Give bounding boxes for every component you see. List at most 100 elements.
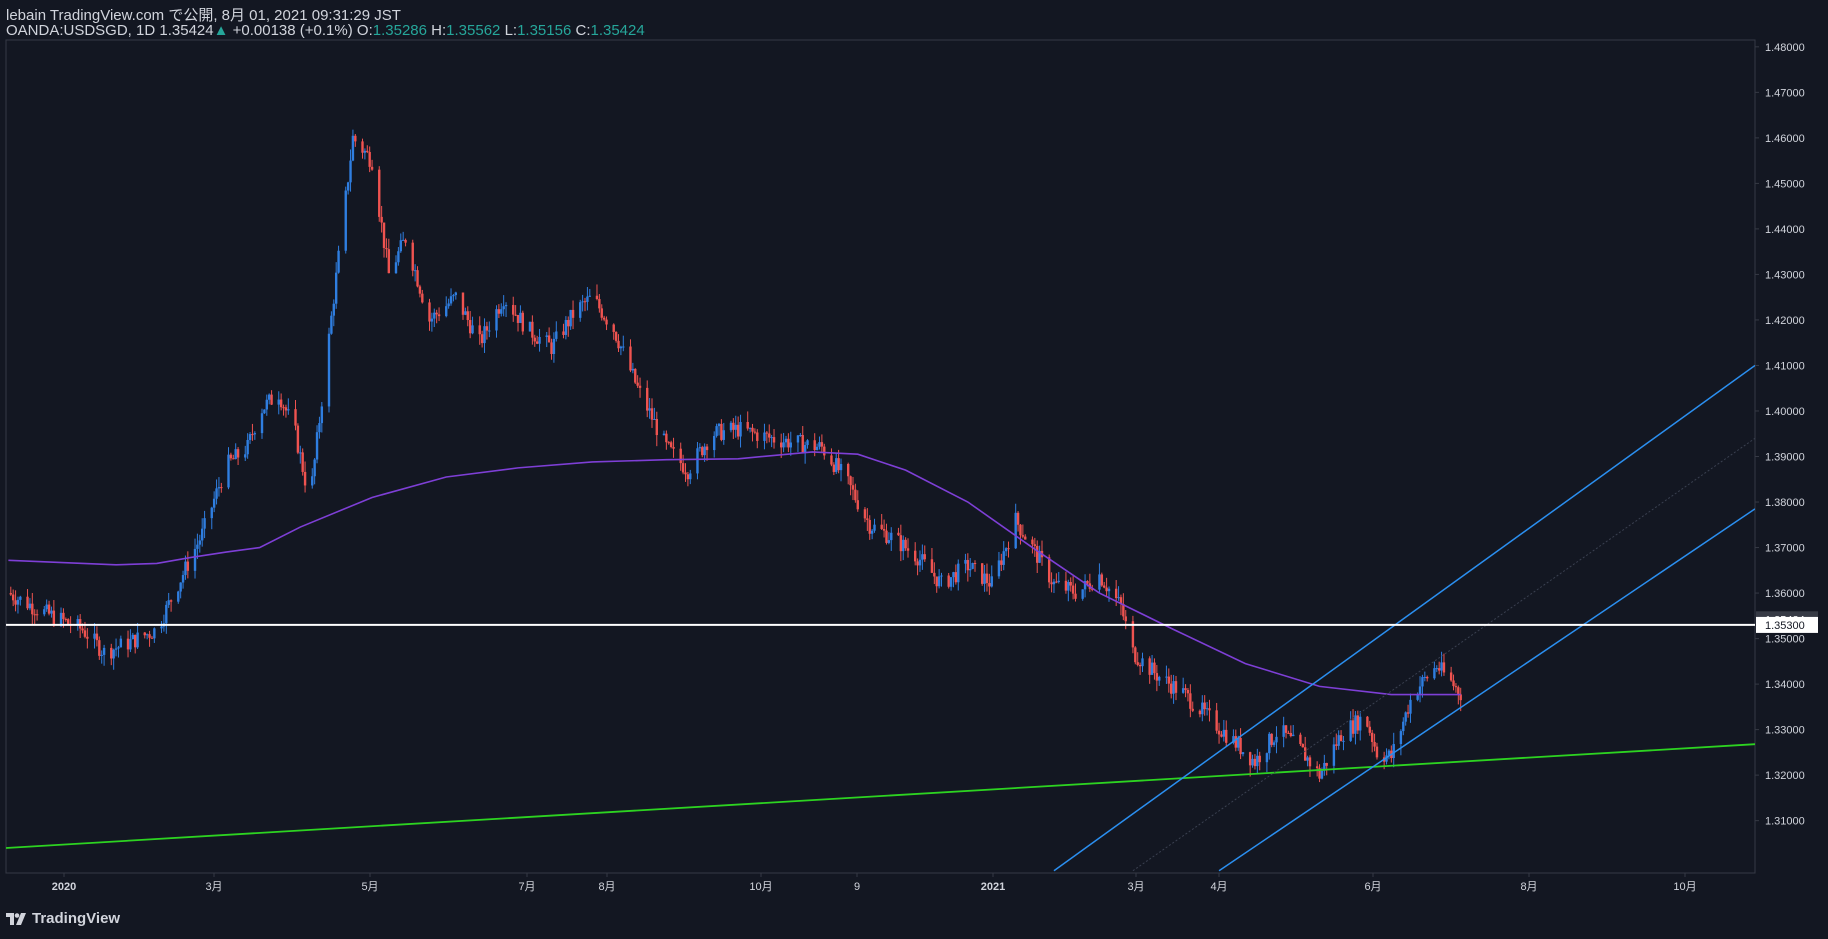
candle-body bbox=[411, 242, 414, 271]
candle-body bbox=[327, 333, 331, 407]
candle-body bbox=[1000, 560, 1003, 565]
candle-body bbox=[277, 399, 280, 405]
candle-body bbox=[299, 452, 302, 454]
candle-body bbox=[1418, 686, 1422, 695]
candle-body bbox=[832, 464, 836, 472]
candle-body bbox=[26, 596, 29, 609]
candle-body bbox=[1315, 766, 1319, 769]
candle-body bbox=[301, 452, 304, 472]
candle-body bbox=[1148, 658, 1151, 675]
candle-body bbox=[1203, 702, 1206, 710]
candle-body bbox=[600, 308, 603, 318]
candle-body bbox=[471, 325, 474, 334]
candle-body bbox=[112, 649, 115, 659]
candle-body bbox=[344, 190, 347, 251]
candle-body bbox=[538, 336, 541, 344]
candle-body bbox=[1165, 676, 1168, 678]
candle-body bbox=[535, 341, 539, 344]
candle-body bbox=[971, 563, 974, 569]
candle-body bbox=[890, 532, 893, 541]
candle-body bbox=[672, 446, 675, 449]
candle-body bbox=[1069, 581, 1072, 586]
candle-body bbox=[1114, 588, 1118, 599]
candle-body bbox=[1437, 668, 1441, 671]
candle-body bbox=[715, 426, 718, 436]
candle-body bbox=[1435, 668, 1438, 670]
candle-body bbox=[933, 572, 936, 577]
candle-body bbox=[1392, 744, 1395, 759]
candle-body bbox=[1320, 770, 1324, 779]
channel-upper-line bbox=[1053, 364, 1755, 872]
candle-body bbox=[445, 306, 448, 317]
candle-body bbox=[110, 647, 113, 659]
candle-body bbox=[196, 544, 199, 549]
candle-body bbox=[772, 437, 776, 443]
candle-body bbox=[480, 334, 484, 344]
candle-body bbox=[746, 422, 749, 429]
candle-body bbox=[1184, 688, 1187, 690]
candle-body bbox=[648, 408, 651, 411]
candle-body bbox=[1047, 557, 1051, 583]
x-tick-label: 5月 bbox=[361, 881, 378, 893]
candle-body bbox=[1141, 658, 1144, 667]
candle-body bbox=[368, 152, 371, 167]
candle-body bbox=[447, 303, 450, 307]
candle-body bbox=[1222, 729, 1226, 737]
candle-body bbox=[784, 438, 788, 443]
candle-body bbox=[1351, 720, 1355, 734]
tradingview-logo[interactable]: TradingView bbox=[6, 910, 120, 927]
candle-body bbox=[631, 368, 635, 371]
candle-body bbox=[181, 575, 185, 583]
candle-body bbox=[997, 560, 1001, 577]
candle-body bbox=[851, 485, 855, 490]
candle-body bbox=[1036, 545, 1039, 563]
plot-area[interactable] bbox=[6, 129, 1755, 872]
candle-body bbox=[930, 559, 934, 573]
candle-body bbox=[351, 135, 355, 161]
candle-body bbox=[67, 619, 70, 624]
candle-body bbox=[1055, 581, 1058, 583]
candle-body bbox=[332, 303, 335, 316]
candle-body bbox=[145, 634, 149, 636]
candle-body bbox=[705, 446, 709, 451]
candle-body bbox=[413, 270, 417, 272]
candle-body bbox=[1339, 735, 1343, 742]
candle-body bbox=[267, 394, 271, 400]
candle-body bbox=[782, 442, 785, 448]
candle-body bbox=[696, 448, 699, 474]
candle-body bbox=[1074, 593, 1077, 599]
candle-body bbox=[1349, 720, 1352, 741]
candle-body bbox=[33, 614, 36, 616]
candle-body bbox=[1086, 581, 1089, 584]
candle-body bbox=[1081, 589, 1084, 599]
candle-body bbox=[768, 433, 771, 438]
candle-body bbox=[1239, 737, 1242, 755]
candle-body bbox=[1426, 676, 1429, 679]
candle-body bbox=[1019, 524, 1022, 536]
candle-body bbox=[856, 500, 859, 510]
candle-body bbox=[93, 633, 96, 639]
candle-body bbox=[95, 633, 99, 641]
candle-body bbox=[62, 612, 65, 620]
candle-body bbox=[952, 572, 955, 578]
candle-body bbox=[1248, 752, 1252, 766]
candle-body bbox=[59, 612, 63, 625]
candle-body bbox=[1366, 716, 1369, 727]
candle-body bbox=[143, 632, 146, 636]
candle-body bbox=[1071, 585, 1075, 594]
candle-body bbox=[330, 315, 333, 334]
candle-body bbox=[552, 338, 556, 354]
price-chart[interactable]: 1.48000 1.47000 1.46000 1.45000 1.44000 1.430… bbox=[0, 0, 1828, 939]
y-tick-label: 1.32000 bbox=[1765, 770, 1805, 782]
candle-body bbox=[131, 634, 135, 640]
candle-body bbox=[1007, 548, 1010, 550]
candle-body bbox=[1258, 755, 1261, 763]
candle-body bbox=[849, 476, 852, 486]
y-tick-label: 1.34000 bbox=[1765, 679, 1805, 691]
candle-body bbox=[294, 409, 297, 426]
candle-body bbox=[1033, 544, 1037, 546]
x-tick-label: 3月 bbox=[205, 881, 222, 893]
candle-body bbox=[1117, 597, 1120, 599]
candle-body bbox=[605, 319, 608, 325]
candle-body bbox=[1284, 725, 1288, 733]
